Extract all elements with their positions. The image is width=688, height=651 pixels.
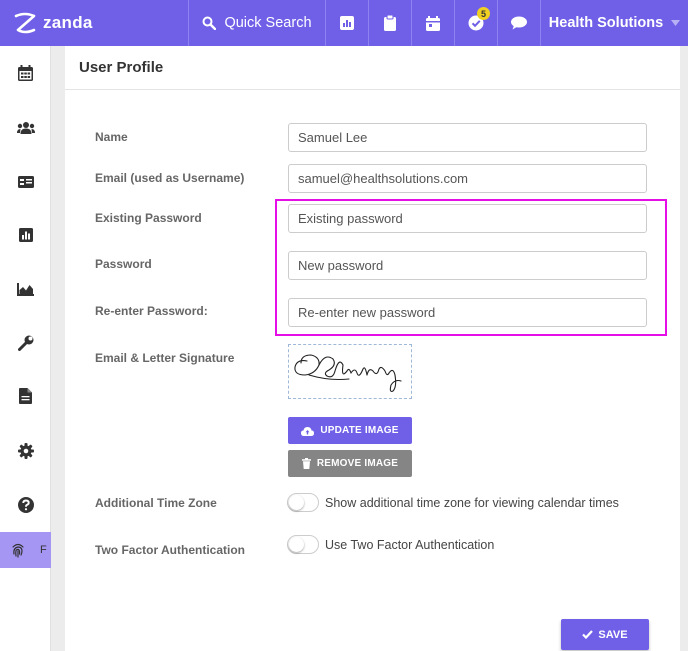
- user-profile-panel: User Profile Name Samuel Lee Email (used…: [65, 46, 680, 651]
- two-factor-label: Two Factor Authentication: [95, 543, 245, 557]
- quick-search-button[interactable]: Quick Search: [189, 0, 326, 46]
- sidebar-item-settings[interactable]: [0, 433, 51, 469]
- reports-button[interactable]: [326, 0, 369, 46]
- gear-icon: [17, 443, 34, 459]
- update-image-label: UPDATE IMAGE: [320, 425, 399, 436]
- new-password-field[interactable]: New password: [288, 251, 647, 280]
- zanda-logo-icon: [14, 12, 36, 34]
- calendar-icon: [426, 15, 440, 31]
- two-factor-toggle-text: Use Two Factor Authentication: [325, 537, 495, 552]
- top-bar: zanda Quick Search 5 Health Solutions: [0, 0, 688, 46]
- fingerprint-icon: [12, 543, 24, 558]
- sidebar-item-reports[interactable]: [0, 217, 51, 253]
- remove-image-label: REMOVE IMAGE: [316, 458, 399, 469]
- bar-chart-icon: [18, 228, 33, 242]
- company-selector[interactable]: Health Solutions: [541, 0, 688, 46]
- signature-image: [288, 344, 412, 399]
- brand-logo[interactable]: zanda: [0, 0, 189, 46]
- clipboard-button[interactable]: [369, 0, 412, 46]
- brand-name: zanda: [43, 13, 93, 32]
- save-label: SAVE: [598, 628, 628, 641]
- tasks-button[interactable]: 5: [455, 0, 498, 46]
- id-card-icon: [17, 176, 34, 188]
- sidebar-item-help[interactable]: [0, 487, 51, 523]
- calendar-button[interactable]: [412, 0, 455, 46]
- remove-image-button[interactable]: REMOVE IMAGE: [288, 450, 412, 477]
- sidebar: F: [0, 46, 51, 651]
- toggle-knob: [289, 537, 304, 552]
- panel-header: User Profile: [65, 46, 680, 90]
- checkmark-icon: [582, 630, 594, 639]
- timezone-toggle[interactable]: [287, 493, 319, 512]
- additional-timezone-label: Additional Time Zone: [95, 496, 217, 510]
- sidebar-item-tools[interactable]: [0, 325, 51, 361]
- quick-search-label: Quick Search: [224, 15, 312, 31]
- chat-icon: [511, 16, 527, 30]
- help-icon: [17, 497, 34, 513]
- handwritten-signature: [294, 354, 402, 392]
- bar-chart-icon: [340, 16, 354, 30]
- sidebar-item-documents[interactable]: [0, 378, 51, 414]
- two-factor-toggle[interactable]: [287, 535, 319, 554]
- sidebar-active-letter: F: [40, 544, 47, 556]
- chevron-down-icon: [671, 20, 681, 26]
- page-title: User Profile: [79, 59, 164, 76]
- area-chart-icon: [17, 282, 34, 296]
- name-field[interactable]: Samuel Lee: [288, 123, 647, 152]
- existing-password-label: Existing Password: [95, 211, 202, 225]
- calendar-icon: [18, 65, 33, 81]
- cloud-upload-icon: [301, 426, 315, 436]
- sidebar-item-clients[interactable]: [0, 110, 51, 146]
- two-factor-toggle-row: Use Two Factor Authentication: [287, 535, 494, 554]
- document-icon: [19, 388, 32, 404]
- update-image-button[interactable]: UPDATE IMAGE: [288, 417, 412, 444]
- email-label: Email (used as Username): [95, 171, 245, 185]
- company-name: Health Solutions: [548, 15, 664, 31]
- reenter-password-label: Re-enter Password:: [95, 304, 208, 318]
- reenter-password-field[interactable]: Re-enter new password: [288, 298, 647, 327]
- password-label: Password: [95, 257, 152, 271]
- toggle-knob: [289, 495, 304, 510]
- trash-icon: [301, 458, 311, 469]
- sidebar-item-current-user[interactable]: F: [0, 532, 51, 568]
- clipboard-icon: [384, 15, 396, 31]
- signature-label: Email & Letter Signature: [95, 351, 235, 365]
- sidebar-item-analytics[interactable]: [0, 271, 51, 307]
- sidebar-item-contacts[interactable]: [0, 164, 51, 200]
- timezone-toggle-text: Show additional time zone for viewing ca…: [325, 495, 619, 510]
- wrench-icon: [17, 335, 33, 351]
- name-label: Name: [95, 130, 128, 144]
- email-field[interactable]: samuel@healthsolutions.com: [288, 164, 647, 193]
- timezone-toggle-row: Show additional time zone for viewing ca…: [287, 493, 619, 512]
- sidebar-item-calendar[interactable]: [0, 55, 51, 91]
- search-icon: [202, 16, 217, 30]
- save-button[interactable]: SAVE: [561, 619, 649, 650]
- messages-button[interactable]: [498, 0, 541, 46]
- users-icon: [16, 122, 35, 134]
- tasks-badge: 5: [477, 7, 490, 20]
- existing-password-field[interactable]: Existing password: [288, 204, 647, 233]
